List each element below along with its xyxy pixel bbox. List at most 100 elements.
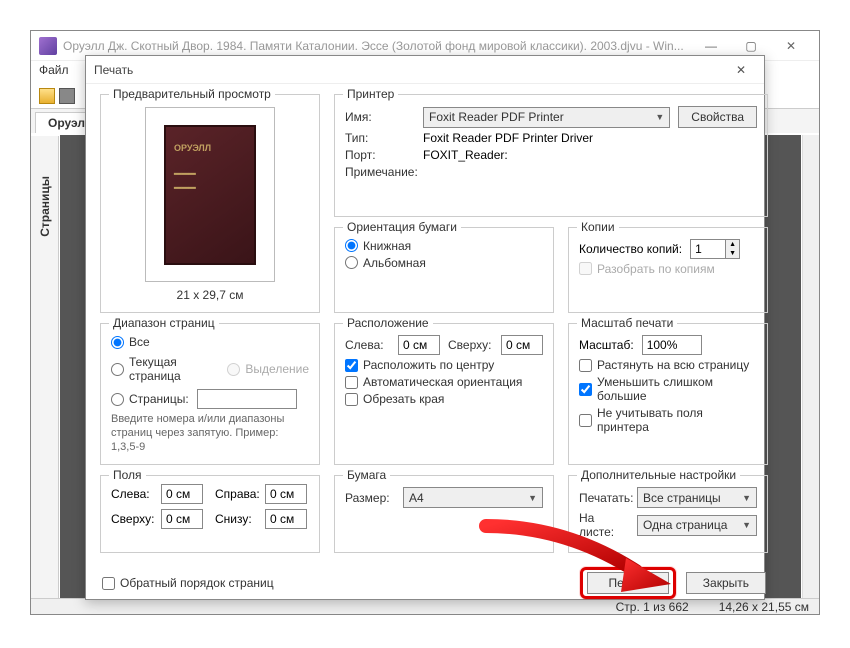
range-pages-input[interactable] bbox=[197, 389, 297, 409]
printer-name-combo[interactable]: Foxit Reader PDF Printer ▼ bbox=[423, 107, 670, 128]
radio-range-current[interactable]: Текущая страница bbox=[111, 355, 219, 383]
copies-spinner[interactable]: ▲▼ bbox=[690, 239, 740, 259]
radio-landscape-input[interactable] bbox=[345, 256, 358, 269]
close-dialog-button[interactable]: Закрыть bbox=[686, 572, 766, 594]
extra-group: Дополнительные настройки Печатать: Все с… bbox=[568, 475, 768, 553]
dialog-footer: Обратный порядок страниц Печать Закрыть bbox=[100, 563, 768, 599]
layout-left-input[interactable] bbox=[398, 335, 440, 355]
radio-range-selection: Выделение bbox=[227, 362, 309, 376]
printer-type-label: Тип: bbox=[345, 131, 415, 145]
margins-group: Поля Слева: Справа: Сверху: Снизу: bbox=[100, 475, 320, 553]
per-sheet-value: Одна страница bbox=[643, 518, 727, 532]
paper-size-value: A4 bbox=[409, 491, 424, 505]
margin-left-input[interactable] bbox=[161, 484, 203, 504]
margin-top-input[interactable] bbox=[161, 509, 203, 529]
layout-group-title: Расположение bbox=[343, 316, 433, 330]
copies-group-title: Копии bbox=[577, 220, 619, 234]
per-sheet-label: На листе: bbox=[579, 511, 629, 539]
margin-right-input[interactable] bbox=[265, 484, 307, 504]
check-reverse-order[interactable]: Обратный порядок страниц bbox=[102, 576, 274, 590]
print-button-highlight: Печать bbox=[580, 567, 675, 599]
dialog-titlebar: Печать ✕ bbox=[86, 56, 764, 84]
printer-name-label: Имя: bbox=[345, 110, 415, 124]
printer-port-value: FOXIT_Reader: bbox=[423, 148, 508, 162]
layout-left-label: Слева: bbox=[345, 338, 390, 352]
preview-group-title: Предварительный просмотр bbox=[109, 87, 275, 101]
book-cover-preview: ОРУЭЛЛ ━━━━━━ bbox=[164, 125, 256, 265]
chevron-down-icon: ▼ bbox=[742, 493, 751, 503]
open-icon[interactable] bbox=[39, 88, 55, 104]
paper-size-combo[interactable]: A4 ▼ bbox=[403, 487, 543, 508]
vertical-scrollbar[interactable] bbox=[802, 135, 819, 598]
scale-label: Масштаб: bbox=[579, 338, 634, 352]
margin-top-label: Сверху: bbox=[111, 512, 157, 526]
app-icon bbox=[39, 37, 57, 55]
print-what-label: Печатать: bbox=[579, 491, 629, 505]
check-ignore-margins[interactable]: Не учитывать поля принтера bbox=[579, 406, 757, 434]
print-what-value: Все страницы bbox=[643, 491, 721, 505]
margins-group-title: Поля bbox=[109, 468, 146, 482]
dialog-title: Печать bbox=[94, 63, 726, 77]
extra-group-title: Дополнительные настройки bbox=[577, 468, 740, 482]
dialog-close-button[interactable]: ✕ bbox=[726, 58, 756, 82]
printer-port-label: Порт: bbox=[345, 148, 415, 162]
chevron-down-icon: ▼ bbox=[742, 520, 751, 530]
check-stretch[interactable]: Растянуть на всю страницу bbox=[579, 358, 757, 372]
spin-up-icon[interactable]: ▲ bbox=[726, 240, 739, 249]
paper-size-label: Размер: bbox=[345, 491, 395, 505]
per-sheet-combo[interactable]: Одна страница ▼ bbox=[637, 515, 757, 536]
scale-input[interactable] bbox=[642, 335, 702, 355]
chevron-down-icon: ▼ bbox=[528, 493, 537, 503]
range-group: Диапазон страниц Все Текущая страница Вы… bbox=[100, 323, 320, 465]
scale-group: Масштаб печати Масштаб: Растянуть на всю… bbox=[568, 323, 768, 465]
preview-dimensions: 21 x 29,7 см bbox=[177, 288, 244, 302]
spin-down-icon[interactable]: ▼ bbox=[726, 249, 739, 258]
check-center[interactable]: Расположить по центру bbox=[345, 358, 543, 372]
check-crop[interactable]: Обрезать края bbox=[345, 392, 543, 406]
copies-group: Копии Количество копий: ▲▼ Разобрать по … bbox=[568, 227, 768, 314]
chevron-down-icon: ▼ bbox=[655, 112, 664, 122]
printer-name-value: Foxit Reader PDF Printer bbox=[429, 110, 564, 124]
check-collate-input bbox=[579, 262, 592, 275]
radio-portrait-input[interactable] bbox=[345, 239, 358, 252]
check-collate: Разобрать по копиям bbox=[579, 262, 757, 276]
preview-page: ОРУЭЛЛ ━━━━━━ bbox=[145, 107, 275, 282]
printer-properties-button[interactable]: Свойства bbox=[678, 106, 757, 128]
main-title: Оруэлл Дж. Скотный Двор. 1984. Памяти Ка… bbox=[63, 39, 691, 53]
layout-top-input[interactable] bbox=[501, 335, 543, 355]
orientation-group: Ориентация бумаги Книжная Альбомная bbox=[334, 227, 554, 314]
book-title: ОРУЭЛЛ bbox=[174, 143, 246, 153]
layout-group: Расположение Слева: Сверху: Расположить … bbox=[334, 323, 554, 465]
check-autoorient[interactable]: Автоматическая ориентация bbox=[345, 375, 543, 389]
orientation-group-title: Ориентация бумаги bbox=[343, 220, 461, 234]
range-hint: Введите номера и/или диапазоны страниц ч… bbox=[111, 413, 309, 454]
margin-bottom-input[interactable] bbox=[265, 509, 307, 529]
paper-group-title: Бумага bbox=[343, 468, 390, 482]
print-what-combo[interactable]: Все страницы ▼ bbox=[637, 487, 757, 508]
margin-left-label: Слева: bbox=[111, 487, 157, 501]
radio-landscape[interactable]: Альбомная bbox=[345, 256, 543, 270]
print-icon[interactable] bbox=[59, 88, 75, 104]
paper-group: Бумага Размер: A4▼ bbox=[334, 475, 554, 553]
copies-input[interactable] bbox=[691, 240, 725, 258]
printer-group-title: Принтер bbox=[343, 87, 398, 101]
printer-group: Принтер Имя: Foxit Reader PDF Printer▼ С… bbox=[334, 94, 768, 217]
close-button[interactable]: ✕ bbox=[771, 32, 811, 60]
printer-type-value: Foxit Reader PDF Printer Driver bbox=[423, 131, 593, 145]
radio-range-pages[interactable]: Страницы: bbox=[111, 392, 189, 406]
side-panel-tab[interactable]: Страницы bbox=[31, 136, 59, 598]
range-group-title: Диапазон страниц bbox=[109, 316, 219, 330]
side-label-pages: Страницы bbox=[38, 176, 52, 237]
check-shrink[interactable]: Уменьшить слишком большие bbox=[579, 375, 757, 403]
printer-note-label: Примечание: bbox=[345, 165, 415, 179]
radio-portrait[interactable]: Книжная bbox=[345, 239, 543, 253]
menu-file[interactable]: Файл bbox=[39, 63, 69, 77]
radio-range-all[interactable]: Все bbox=[111, 335, 309, 349]
copies-count-label: Количество копий: bbox=[579, 242, 682, 256]
scale-group-title: Масштаб печати bbox=[577, 316, 677, 330]
print-button[interactable]: Печать bbox=[587, 572, 668, 594]
margin-bottom-label: Снизу: bbox=[215, 512, 261, 526]
print-dialog: Печать ✕ Предварительный просмотр ОРУЭЛЛ… bbox=[85, 55, 765, 600]
layout-top-label: Сверху: bbox=[448, 338, 493, 352]
preview-group: Предварительный просмотр ОРУЭЛЛ ━━━━━━ 2… bbox=[100, 94, 320, 313]
